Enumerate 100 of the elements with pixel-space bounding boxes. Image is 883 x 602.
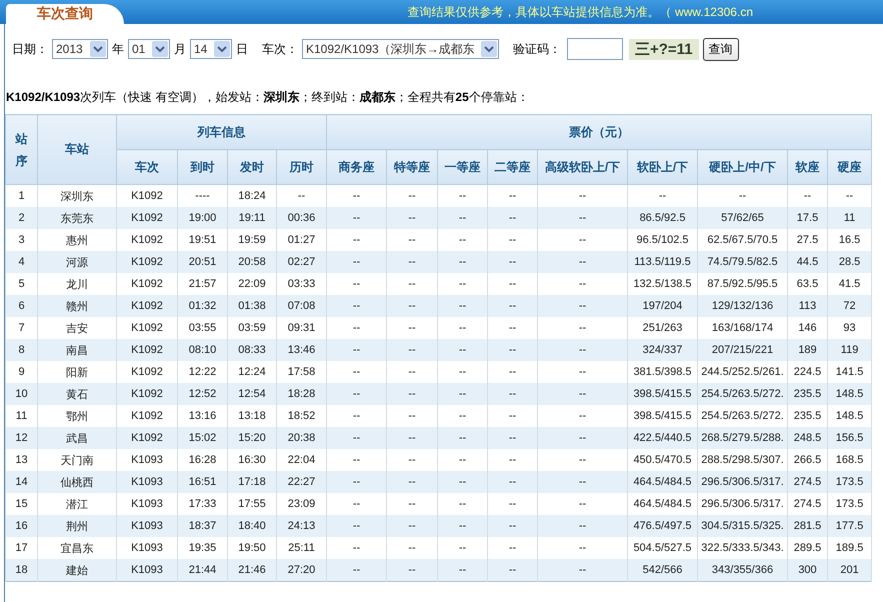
table-cell: 8: [6, 339, 38, 361]
table-cell: --: [488, 339, 538, 361]
table-cell: 6: [6, 295, 38, 317]
search-button[interactable]: 查询: [702, 38, 739, 60]
table-cell: 东莞东: [38, 207, 116, 229]
column-header: 软座: [788, 150, 828, 184]
table-cell: 武昌: [38, 427, 116, 449]
table-cell: 11: [828, 207, 872, 229]
table-cell: 304.5/315.5/325.: [698, 515, 788, 537]
table-cell: 201: [828, 559, 872, 582]
table-cell: 235.5: [788, 383, 828, 405]
table-cell: 4: [6, 251, 38, 273]
table-cell: K1093: [116, 559, 178, 582]
table-cell: --: [438, 427, 488, 449]
table-cell: --: [386, 471, 438, 493]
table-cell: 15:02: [178, 427, 228, 449]
table-cell: --: [326, 339, 386, 361]
table-cell: --: [386, 207, 438, 229]
table-cell: 12: [6, 427, 38, 449]
table-cell: 17.5: [788, 207, 828, 229]
table-cell: --: [326, 383, 386, 405]
field-label: 验证码：: [513, 40, 561, 58]
table-cell: --: [538, 295, 628, 317]
column-header: 二等座: [488, 150, 538, 184]
table-cell: 74.5/79.5/82.5: [698, 251, 788, 273]
table-cell: --: [488, 471, 538, 493]
table-cell: 14: [6, 471, 38, 493]
table-cell: 343/355/366: [698, 559, 788, 582]
table-cell: 01:32: [178, 295, 228, 317]
table-cell: 254.5/263.5/272.: [698, 383, 788, 405]
table-cell: K1092: [116, 207, 178, 229]
dropdown[interactable]: 2013: [52, 39, 108, 59]
table-cell: 建始: [38, 559, 116, 582]
table-cell: 300: [788, 559, 828, 582]
field-label: 日: [236, 40, 248, 58]
table-cell: --: [386, 427, 438, 449]
tab[interactable]: 车次查询: [6, 4, 124, 24]
table-cell: 南昌: [38, 339, 116, 361]
table-cell: 248.5: [788, 427, 828, 449]
column-header: 软卧上/下: [628, 150, 698, 184]
table-cell: --: [538, 207, 628, 229]
table-cell: 207/215/221: [698, 339, 788, 361]
table-cell: --: [326, 251, 386, 273]
table-cell: 02:27: [276, 251, 326, 273]
table-cell: 398.5/415.5: [628, 383, 698, 405]
table-cell: 197/204: [628, 295, 698, 317]
table-cell: 44.5: [788, 251, 828, 273]
table-cell: 177.5: [828, 515, 872, 537]
table-cell: 57/62/65: [698, 207, 788, 229]
table-cell: 148.5: [828, 383, 872, 405]
column-header: 特等座: [386, 150, 438, 184]
table-cell: 281.5: [788, 515, 828, 537]
table-cell: --: [326, 559, 386, 582]
table-cell: 01:38: [228, 295, 276, 317]
table-cell: 18: [6, 559, 38, 582]
column-header: 发时: [228, 150, 276, 184]
dropdown[interactable]: 01: [128, 39, 170, 59]
table-cell: 20:51: [178, 251, 228, 273]
table-cell: K1092: [116, 339, 178, 361]
table-cell: --: [326, 515, 386, 537]
table-cell: --: [386, 295, 438, 317]
table-cell: 542/566: [628, 559, 698, 582]
table-cell: K1092: [116, 251, 178, 273]
dropdown[interactable]: 14: [190, 39, 232, 59]
column-header: 车次: [116, 150, 178, 184]
table-cell: --: [488, 251, 538, 273]
table-cell: 19:00: [178, 207, 228, 229]
table-cell: 464.5/484.5: [628, 471, 698, 493]
table-cell: --: [488, 559, 538, 582]
summary-text: K1092/K1093次列车（快速 有空调），始发站：深圳东；终到站：成都东；全程共有25个停靠站：: [5, 89, 530, 106]
column-header: 站序: [6, 114, 38, 184]
table-cell: 476.5/497.5: [628, 515, 698, 537]
table-cell: --: [538, 471, 628, 493]
table-cell: 00:36: [276, 207, 326, 229]
table-cell: 16:51: [178, 471, 228, 493]
table-cell: --: [386, 251, 438, 273]
table-cell: 28.5: [828, 251, 872, 273]
column-header: 到时: [178, 150, 228, 184]
table-cell: --: [538, 427, 628, 449]
table-cell: --: [326, 427, 386, 449]
column-header: 商务座: [326, 150, 386, 184]
table-cell: 113.5/119.5: [628, 251, 698, 273]
table-cell: K1093: [116, 471, 178, 493]
field-label: 车次：: [262, 40, 298, 58]
table-cell: 27:20: [276, 559, 326, 582]
table-cell: --: [488, 295, 538, 317]
table-cell: 21:44: [178, 559, 228, 582]
dropdown[interactable]: K1092/K1093（深圳东→成都东: [302, 39, 499, 59]
field-label: 日期：: [12, 40, 48, 58]
column-header: 硬卧上/中/下: [698, 150, 788, 184]
table-cell: --: [538, 559, 628, 582]
table-cell: --: [488, 427, 538, 449]
table-cell: 113: [788, 295, 828, 317]
table-cell: K1092: [116, 295, 178, 317]
table-cell: 422.5/440.5: [628, 427, 698, 449]
table-cell: 19:11: [228, 207, 276, 229]
captcha-field[interactable]: [567, 38, 623, 60]
table-cell: 13:46: [276, 339, 326, 361]
table-cell: --: [538, 383, 628, 405]
table-cell: 86.5/92.5: [628, 207, 698, 229]
